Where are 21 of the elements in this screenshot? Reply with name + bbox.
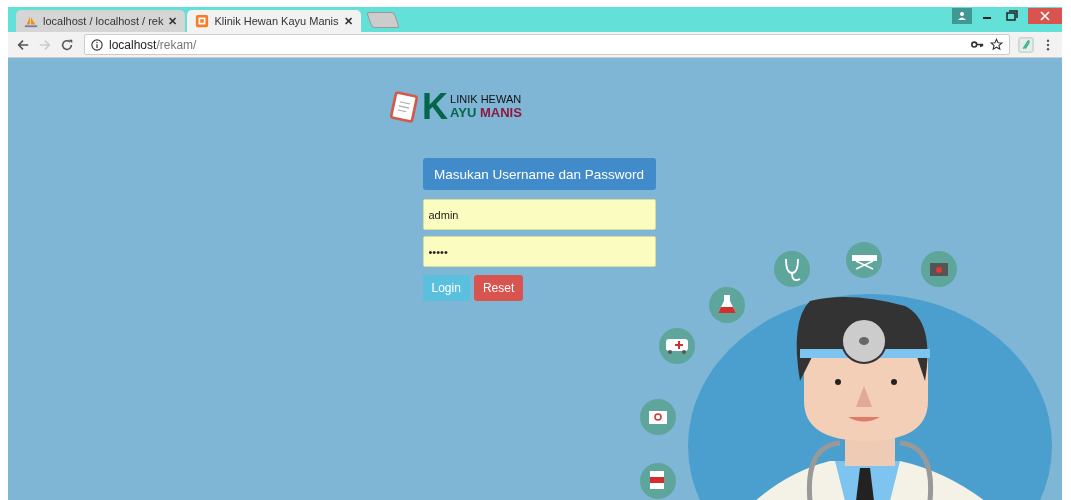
address-bar[interactable]: localhost/rekam/ — [84, 34, 1010, 55]
url-text: localhost/rekam/ — [109, 37, 197, 52]
key-icon[interactable] — [971, 38, 984, 51]
close-icon[interactable] — [1028, 8, 1062, 24]
star-icon[interactable] — [990, 38, 1003, 51]
close-icon[interactable]: ✕ — [168, 14, 178, 28]
user-icon[interactable] — [952, 8, 972, 24]
browser-tab[interactable]: Klinik Hewan Kayu Manis ✕ — [187, 10, 361, 32]
reset-button[interactable]: Reset — [473, 275, 524, 301]
username-field[interactable]: admin — [422, 199, 656, 230]
browser-tab[interactable]: localhost / localhost / rek ✕ — [16, 10, 186, 32]
menu-icon[interactable] — [1046, 38, 1050, 51]
app-logo-icon — [195, 14, 210, 28]
close-icon[interactable]: ✕ — [343, 14, 353, 28]
tab-title: Klinik Hewan Kayu Manis — [214, 15, 339, 27]
reload-icon[interactable] — [60, 37, 74, 52]
login-heading: Masukan Username dan Password — [422, 158, 656, 190]
tab-title: localhost / localhost / rek — [43, 15, 164, 27]
password-field[interactable]: ••••• — [422, 236, 656, 267]
back-icon[interactable] — [16, 37, 30, 52]
info-icon — [91, 38, 103, 51]
